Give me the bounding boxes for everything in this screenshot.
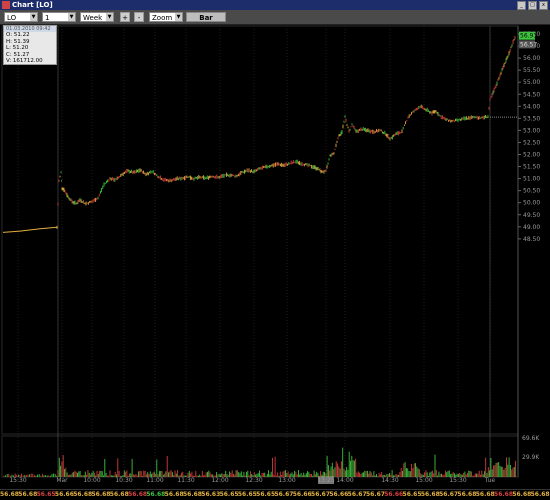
price-axis-label: 50.50: [523, 188, 540, 195]
ohlc-info-box: 01.03.2010 09:42 O: 51.22 H: 51.39 L: 51…: [3, 25, 57, 65]
time-axis-label: 13:00: [278, 477, 295, 484]
time-axis-label: 11:30: [177, 477, 194, 484]
volume-panel-border: [1, 435, 519, 478]
price-axis-label: 56.00: [523, 55, 540, 62]
price-axis-label: 51.00: [523, 176, 540, 183]
time-axis-label: 14:30: [381, 477, 398, 484]
time-axis-label: 11:00: [146, 477, 163, 484]
price-panel-border: [1, 25, 519, 435]
price-axis-label: 50.00: [523, 200, 540, 207]
price-line-segment: [39, 226, 58, 230]
info-volume: V: 161712.00: [6, 58, 43, 64]
price-axis-label: 49.00: [523, 224, 540, 231]
prev-price-label: 56.57: [520, 41, 537, 48]
time-axis-label: 10:30: [115, 477, 132, 484]
price-axis-label: 53.00: [523, 127, 540, 134]
time-axis-label: 12:30: [245, 477, 262, 484]
time-axis-label: 12:00: [211, 477, 228, 484]
price-axis-label: 54.50: [523, 91, 540, 98]
price-axis-label: 53.50: [523, 115, 540, 122]
price-axis-label: 48.50: [523, 236, 540, 243]
price-chart[interactable]: 57.0056.5056.0055.5055.0054.5054.0053.50…: [0, 0, 550, 499]
price-axis-label: 55.00: [523, 79, 540, 86]
time-axis-label: Tue: [484, 477, 496, 484]
time-axis-label: 15:30: [9, 477, 26, 484]
price-axis-label: 55.50: [523, 67, 540, 74]
quote-ticker: 56.68 56.68 56.65 56.66 56.68 56.68 56.68 56.68…: [0, 489, 550, 500]
price-axis-label: 54.00: [523, 103, 540, 110]
price-line-segment: [2, 230, 21, 233]
price-axis-label: 51.50: [523, 164, 540, 171]
volume-axis-label: 69.6K: [522, 435, 540, 442]
time-axis-label: 14:00: [336, 477, 353, 484]
price-line-segment: [19, 228, 41, 232]
volume-axis-label: 29.9K: [522, 454, 540, 461]
price-axis-label: 52.50: [523, 139, 540, 146]
time-axis-label: 15:30: [449, 477, 466, 484]
price-axis-label: 52.00: [523, 152, 540, 159]
time-axis-label: 13:25: [317, 477, 334, 484]
time-axis-label: 15:00: [415, 477, 432, 484]
last-price-label: 56.93: [520, 33, 537, 40]
time-axis-label: Mar: [56, 477, 68, 484]
price-axis-label: 49.50: [523, 212, 540, 219]
time-axis-label: 10:00: [83, 477, 100, 484]
